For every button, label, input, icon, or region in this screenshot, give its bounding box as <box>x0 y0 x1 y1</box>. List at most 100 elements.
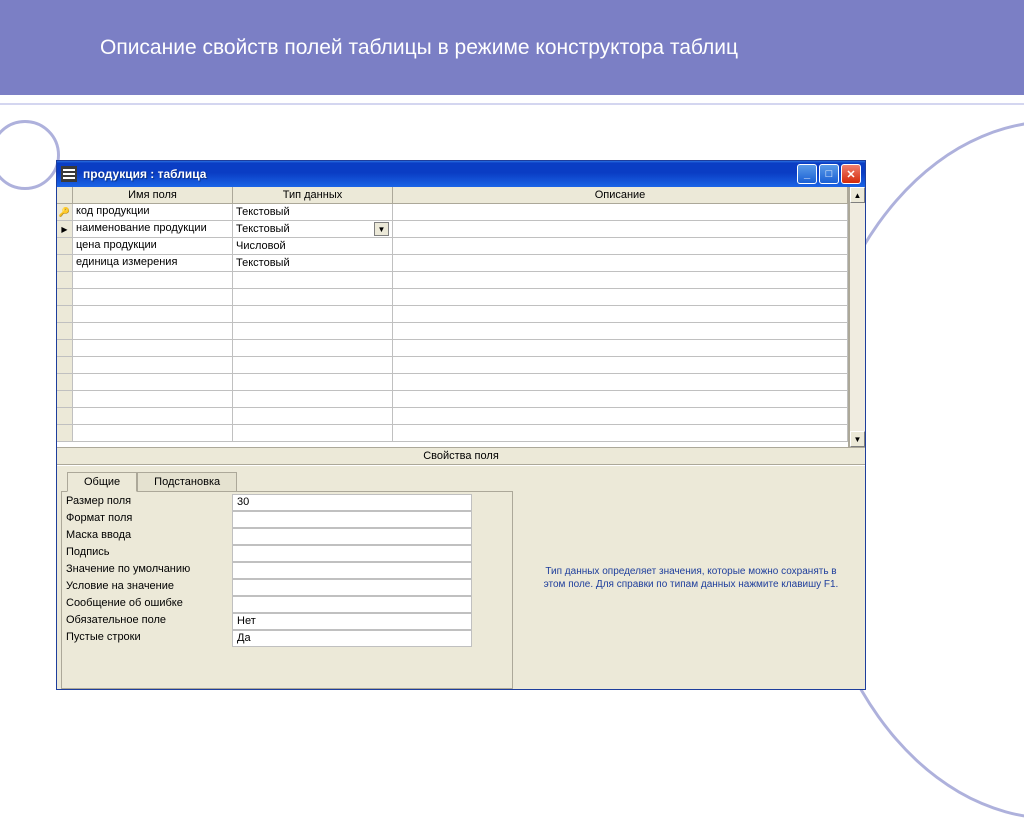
field-type-cell[interactable] <box>233 289 393 306</box>
field-type-cell[interactable]: Текстовый▼ <box>233 221 393 238</box>
field-name-cell[interactable] <box>73 357 233 374</box>
field-desc-cell[interactable] <box>393 255 848 272</box>
field-type-cell[interactable] <box>233 425 393 442</box>
minimize-button[interactable]: _ <box>797 164 817 184</box>
row-selector[interactable] <box>57 289 73 306</box>
field-type-cell[interactable]: Текстовый <box>233 204 393 221</box>
field-name-cell[interactable] <box>73 289 233 306</box>
field-desc-cell[interactable] <box>393 391 848 408</box>
field-name-cell[interactable] <box>73 306 233 323</box>
table-row[interactable] <box>57 408 848 425</box>
table-row[interactable] <box>57 374 848 391</box>
field-desc-cell[interactable] <box>393 238 848 255</box>
field-type-cell[interactable] <box>233 357 393 374</box>
field-name-cell[interactable] <box>73 323 233 340</box>
table-row[interactable]: наименование продукцииТекстовый▼ <box>57 221 848 238</box>
property-row: Сообщение об ошибке <box>62 596 512 613</box>
col-header-desc[interactable]: Описание <box>393 187 848 204</box>
row-selector[interactable] <box>57 425 73 442</box>
field-desc-cell[interactable] <box>393 340 848 357</box>
scroll-track[interactable] <box>850 203 865 431</box>
row-selector[interactable] <box>57 340 73 357</box>
table-row[interactable]: единица измеренияТекстовый <box>57 255 848 272</box>
field-desc-cell[interactable] <box>393 272 848 289</box>
field-name-cell[interactable]: единица измерения <box>73 255 233 272</box>
row-selector[interactable] <box>57 272 73 289</box>
help-panel: Тип данных определяет значения, которые … <box>517 466 865 689</box>
circle-decoration <box>0 120 60 190</box>
table-row[interactable] <box>57 272 848 289</box>
scroll-up-button[interactable]: ▲ <box>850 187 865 203</box>
row-selector[interactable] <box>57 306 73 323</box>
table-row[interactable] <box>57 425 848 442</box>
field-type-cell[interactable] <box>233 374 393 391</box>
property-value[interactable]: Нет <box>232 613 472 630</box>
property-value[interactable] <box>232 579 472 596</box>
property-value[interactable] <box>232 528 472 545</box>
field-type-cell[interactable]: Числовой <box>233 238 393 255</box>
field-type-cell[interactable] <box>233 306 393 323</box>
scroll-down-button[interactable]: ▼ <box>850 431 865 447</box>
property-value[interactable] <box>232 545 472 562</box>
field-name-cell[interactable] <box>73 408 233 425</box>
row-selector[interactable] <box>57 323 73 340</box>
field-name-cell[interactable]: код продукции <box>73 204 233 221</box>
table-row[interactable] <box>57 289 848 306</box>
field-desc-cell[interactable] <box>393 306 848 323</box>
type-dropdown-button[interactable]: ▼ <box>374 222 389 236</box>
property-value[interactable] <box>232 596 472 613</box>
row-selector[interactable] <box>57 255 73 272</box>
vertical-scrollbar[interactable]: ▲ ▼ <box>849 187 865 447</box>
row-selector[interactable] <box>57 204 73 221</box>
field-type-cell[interactable] <box>233 408 393 425</box>
field-desc-cell[interactable] <box>393 221 848 238</box>
col-header-type[interactable]: Тип данных <box>233 187 393 204</box>
field-name-cell[interactable] <box>73 272 233 289</box>
row-selector[interactable] <box>57 221 73 238</box>
tab-lookup[interactable]: Подстановка <box>137 472 237 491</box>
close-button[interactable]: ✕ <box>841 164 861 184</box>
field-type-cell[interactable] <box>233 340 393 357</box>
row-selector[interactable] <box>57 357 73 374</box>
fields-grid[interactable]: Имя поля Тип данных Описание код продукц… <box>57 187 849 447</box>
field-name-cell[interactable]: цена продукции <box>73 238 233 255</box>
field-name-cell[interactable] <box>73 374 233 391</box>
property-value[interactable] <box>232 562 472 579</box>
table-row[interactable] <box>57 340 848 357</box>
table-row[interactable]: код продукцииТекстовый <box>57 204 848 221</box>
field-desc-cell[interactable] <box>393 425 848 442</box>
field-type-cell[interactable] <box>233 272 393 289</box>
maximize-button[interactable]: □ <box>819 164 839 184</box>
field-name-cell[interactable] <box>73 391 233 408</box>
table-row[interactable] <box>57 357 848 374</box>
field-type-cell[interactable] <box>233 323 393 340</box>
field-desc-cell[interactable] <box>393 408 848 425</box>
field-desc-cell[interactable] <box>393 323 848 340</box>
field-desc-cell[interactable] <box>393 357 848 374</box>
property-value[interactable]: 30 <box>232 494 472 511</box>
field-desc-cell[interactable] <box>393 374 848 391</box>
splitter-label: Свойства поля <box>57 447 865 465</box>
slide-title: Описание свойств полей таблицы в режиме … <box>100 36 738 60</box>
field-name-cell[interactable] <box>73 425 233 442</box>
table-row[interactable]: цена продукцииЧисловой <box>57 238 848 255</box>
tab-general[interactable]: Общие <box>67 472 137 492</box>
field-name-cell[interactable]: наименование продукции <box>73 221 233 238</box>
field-type-cell[interactable] <box>233 391 393 408</box>
row-selector[interactable] <box>57 391 73 408</box>
field-type-cell[interactable]: Текстовый <box>233 255 393 272</box>
row-selector[interactable] <box>57 374 73 391</box>
row-selector[interactable] <box>57 238 73 255</box>
field-name-cell[interactable] <box>73 340 233 357</box>
table-row[interactable] <box>57 323 848 340</box>
property-value[interactable] <box>232 511 472 528</box>
col-header-name[interactable]: Имя поля <box>73 187 233 204</box>
field-desc-cell[interactable] <box>393 289 848 306</box>
grid-header: Имя поля Тип данных Описание <box>57 187 848 204</box>
field-desc-cell[interactable] <box>393 204 848 221</box>
table-row[interactable] <box>57 306 848 323</box>
property-value[interactable]: Да <box>232 630 472 647</box>
table-row[interactable] <box>57 391 848 408</box>
row-selector[interactable] <box>57 408 73 425</box>
property-label: Подпись <box>62 545 232 562</box>
